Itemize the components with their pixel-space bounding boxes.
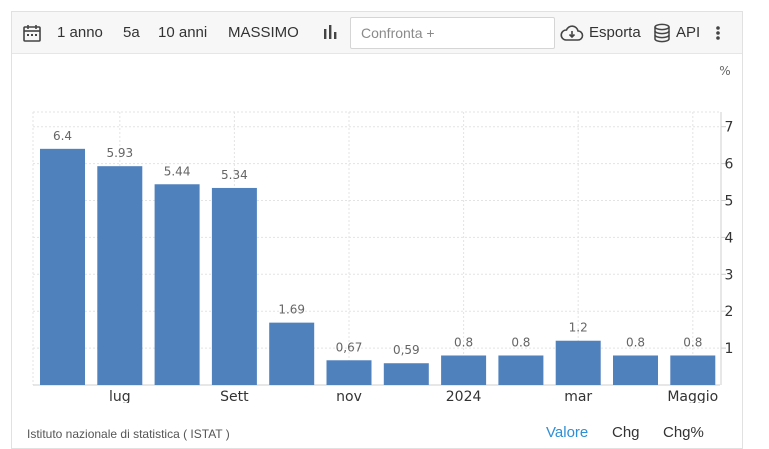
range-button-max[interactable]: MASSIMO [228, 12, 299, 54]
bar-value-label: 5.44 [164, 164, 191, 178]
export-button[interactable]: Esporta [589, 12, 641, 54]
bar-value-label: 0.8 [683, 335, 702, 349]
chart-area: 6.4 5.93 5.44 5.34 1.69 0,67 0,59 0.8 0.8 1.2 0.8 0… [11, 53, 741, 405]
chart-bar[interactable] [211, 187, 257, 385]
x-tick-label: 2024 [446, 389, 482, 403]
chart-bar[interactable] [326, 360, 372, 385]
bar-value-label: 0.8 [511, 335, 530, 349]
range-button-5y[interactable]: 5a [123, 12, 140, 54]
bar-value-label: 1.2 [569, 321, 588, 335]
x-tick-label: Maggio [667, 389, 718, 403]
bar-value-label: 0.8 [454, 335, 473, 349]
x-tick-label: lug [109, 389, 131, 403]
y-tick-label: 7 [725, 120, 734, 136]
chart-bar[interactable] [670, 355, 716, 385]
y-tick-label: 4 [725, 230, 734, 246]
bar-value-label: 0,59 [393, 343, 420, 357]
y-tick-label: 1 [725, 341, 734, 357]
api-button[interactable]: API [676, 12, 700, 54]
range-button-1y[interactable]: 1 anno [57, 12, 103, 54]
x-tick-label: nov [336, 389, 362, 403]
bar-value-label: 1.69 [278, 303, 305, 317]
chart-bar[interactable] [498, 355, 544, 385]
source-text: Istituto nazionale di statistica ( ISTAT… [27, 427, 230, 441]
x-tick-label: Sett [220, 389, 249, 403]
chart-bar[interactable] [154, 184, 200, 385]
compare-input[interactable] [350, 17, 555, 49]
cloud-download-icon[interactable] [560, 24, 584, 47]
y-tick-label: 3 [725, 267, 734, 283]
x-tick-label: mar [564, 389, 592, 403]
y-tick-label: 6 [725, 157, 734, 173]
bar-value-label: 0,67 [336, 340, 363, 354]
y-unit-label: % [719, 64, 730, 78]
range-button-10y[interactable]: 10 anni [158, 12, 207, 54]
chart-bar[interactable] [613, 355, 658, 385]
chart-toolbar: 1 anno 5a 10 anni MASSIMO Esporta [12, 12, 742, 54]
y-tick-label: 2 [725, 304, 734, 320]
chart-bar[interactable] [441, 355, 487, 385]
chart-type-icon[interactable] [322, 23, 340, 48]
database-icon[interactable] [653, 23, 671, 48]
bar-value-label: 5.93 [106, 146, 133, 160]
chart-bar[interactable] [269, 322, 315, 385]
bar-value-label: 5.34 [221, 168, 248, 182]
chart-bar[interactable] [555, 340, 601, 385]
bar-value-label: 0.8 [626, 335, 645, 349]
calendar-icon[interactable] [22, 23, 42, 48]
chart-bar[interactable] [383, 363, 429, 385]
bar-chart: 6.4 5.93 5.44 5.34 1.69 0,67 0,59 0.8 0.8 1.2 0.8 0… [32, 64, 734, 405]
y-tick-label: 5 [725, 194, 734, 210]
tab-chg[interactable]: Chg [612, 424, 640, 441]
chart-bar[interactable] [40, 148, 85, 385]
bar-value-label: 6.4 [53, 129, 72, 143]
more-vertical-icon[interactable] [714, 23, 722, 48]
tab-chg-percent[interactable]: Chg% [663, 424, 704, 441]
tab-valore[interactable]: Valore [546, 424, 588, 441]
chart-bar[interactable] [97, 166, 143, 385]
